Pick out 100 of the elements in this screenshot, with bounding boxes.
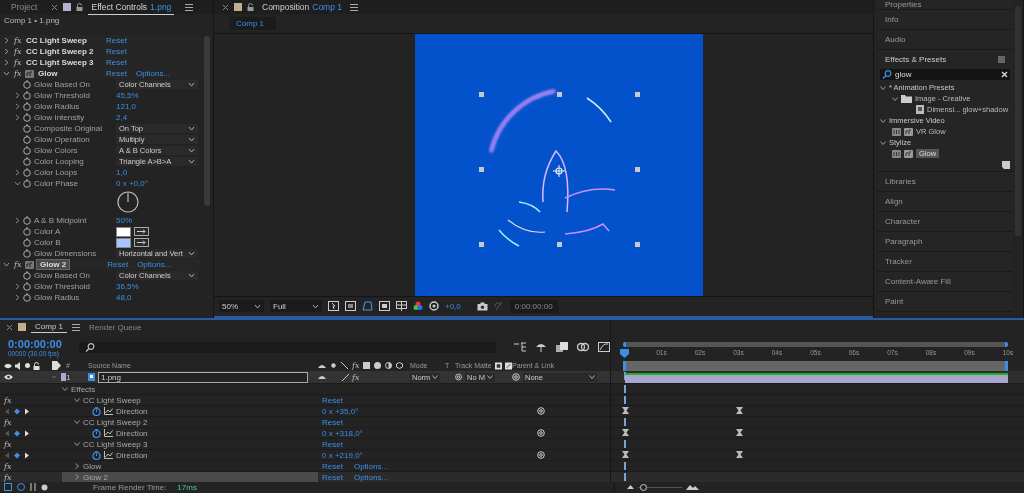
twirl-icon[interactable] xyxy=(74,419,80,425)
reset-link[interactable]: Reset xyxy=(322,461,343,471)
motion-blur-icon[interactable] xyxy=(577,342,589,352)
stopwatch-icon[interactable] xyxy=(23,179,31,188)
keyframe-navigator-icon[interactable] xyxy=(4,429,30,437)
reset-link[interactable]: Reset xyxy=(106,36,127,45)
composition-flowchart-icon[interactable] xyxy=(514,342,526,352)
invert-matte-icon[interactable] xyxy=(505,361,512,370)
twirl-icon[interactable] xyxy=(74,397,80,403)
camera-icon[interactable] xyxy=(476,301,488,311)
pickwhip-icon[interactable] xyxy=(537,429,545,437)
twirl-icon[interactable] xyxy=(14,294,21,301)
layer-name-field[interactable]: 1.png xyxy=(98,371,308,383)
twirl-icon[interactable] xyxy=(74,463,80,469)
stopwatch-icon[interactable] xyxy=(92,450,101,460)
keyframe-navigator-icon[interactable] xyxy=(4,407,30,415)
fast-preview-icon[interactable] xyxy=(328,301,339,312)
twirl-icon[interactable] xyxy=(74,441,80,447)
stopwatch-icon[interactable] xyxy=(23,227,31,236)
options-link[interactable]: Options... xyxy=(353,461,389,471)
effect-row[interactable]: CC Light Sweep 2 xyxy=(62,417,318,427)
transparency-grid-icon[interactable] xyxy=(345,301,356,312)
selection-handle[interactable] xyxy=(478,91,484,97)
twirl-icon[interactable] xyxy=(62,386,68,392)
keyframe-icon[interactable] xyxy=(735,407,743,414)
effect-name[interactable]: Glow 2 xyxy=(37,260,70,269)
stopwatch-icon[interactable] xyxy=(23,124,31,133)
twirl-icon[interactable] xyxy=(3,48,10,55)
effect-row[interactable]: Glow xyxy=(62,461,318,471)
twirl-icon[interactable] xyxy=(14,283,21,290)
reset-link[interactable]: Reset xyxy=(106,69,127,78)
selection-handle[interactable] xyxy=(556,91,562,97)
stopwatch-icon[interactable] xyxy=(23,293,31,302)
stopwatch-icon[interactable] xyxy=(23,249,31,258)
visibility-icon[interactable] xyxy=(4,374,13,380)
twirl-icon[interactable] xyxy=(74,474,80,480)
effect-name[interactable]: CC Light Sweep 2 xyxy=(25,47,106,56)
pickwhip-icon[interactable] xyxy=(537,407,545,415)
clear-icon[interactable] xyxy=(1001,71,1008,78)
stopwatch-icon[interactable] xyxy=(23,113,31,122)
pickwhip-icon[interactable] xyxy=(512,373,520,381)
parameter-value[interactable]: 45,5% xyxy=(116,91,139,100)
property-value[interactable]: 0 x +35,0° xyxy=(322,406,359,416)
zoom-in-icon[interactable] xyxy=(686,484,699,490)
render-time-toggle-icon[interactable] xyxy=(41,483,48,491)
stopwatch-icon[interactable] xyxy=(23,80,31,89)
twirl-icon[interactable] xyxy=(14,169,21,176)
close-icon[interactable] xyxy=(51,3,59,11)
panel-header[interactable]: Properties xyxy=(877,0,1013,10)
reset-link[interactable]: Reset xyxy=(322,439,343,449)
keyframe-navigator-icon[interactable] xyxy=(4,451,30,459)
options-link[interactable]: Options... xyxy=(353,472,389,482)
lock-icon[interactable] xyxy=(76,3,84,11)
angle-dial[interactable] xyxy=(117,191,139,213)
transfer-controls-toggle-icon[interactable] xyxy=(17,483,25,491)
effect-name[interactable]: CC Light Sweep xyxy=(25,36,106,45)
stopwatch-icon[interactable] xyxy=(23,135,31,144)
property-value[interactable]: 0 x +219,0° xyxy=(322,450,363,460)
selection-handle[interactable] xyxy=(634,91,640,97)
keyframe-icon[interactable] xyxy=(622,407,629,414)
collapse-icon[interactable] xyxy=(330,362,337,369)
in-out-toggle-icon[interactable] xyxy=(30,483,36,491)
zoom-slider-track[interactable] xyxy=(638,483,682,491)
timecode-field[interactable]: 0:00:00:00 xyxy=(509,299,558,313)
stopwatch-icon[interactable] xyxy=(92,406,101,416)
menu-icon[interactable] xyxy=(350,3,358,11)
graph-editor-icon[interactable] xyxy=(598,342,610,352)
graph-icon[interactable] xyxy=(104,429,113,437)
parameter-value[interactable]: 36,5% xyxy=(116,282,139,291)
parameter-value[interactable]: 121,0 xyxy=(116,102,137,111)
exposure-value[interactable]: +0,0 xyxy=(445,301,461,311)
twirl-icon[interactable] xyxy=(14,103,21,110)
color-swatch[interactable] xyxy=(116,226,131,237)
reset-link[interactable]: Reset xyxy=(322,417,343,427)
anchor-point-icon[interactable] xyxy=(552,164,565,177)
cube-icon[interactable] xyxy=(396,362,404,369)
stopwatch-icon[interactable] xyxy=(92,428,101,438)
close-icon[interactable] xyxy=(6,323,13,331)
menu-icon[interactable] xyxy=(185,3,194,11)
grid-guides-icon[interactable] xyxy=(396,301,407,312)
zoom-out-icon[interactable] xyxy=(627,485,634,489)
speaker-icon[interactable] xyxy=(15,361,22,370)
parameter-value[interactable]: 48,0 xyxy=(116,293,132,302)
selection-handle[interactable] xyxy=(478,241,484,247)
stopwatch-icon[interactable] xyxy=(23,271,31,280)
reset-link[interactable]: Reset xyxy=(107,260,129,269)
lock-icon[interactable] xyxy=(33,361,40,370)
parameter-value[interactable]: 1,0 xyxy=(116,168,128,177)
search-field[interactable]: glow xyxy=(880,69,1010,80)
parameter-value[interactable]: 50% xyxy=(116,216,132,225)
panel-tab[interactable]: Project xyxy=(8,0,41,14)
current-time[interactable]: 0:00:00:00 xyxy=(8,337,80,350)
stopwatch-icon[interactable] xyxy=(23,102,31,111)
keyframe-icon[interactable] xyxy=(622,451,629,458)
fx-switch[interactable]: fx xyxy=(352,372,360,382)
reset-link[interactable]: Reset xyxy=(322,395,343,405)
selection-handle[interactable] xyxy=(556,241,562,247)
comp-tab[interactable]: Comp 1 xyxy=(230,16,276,30)
parameter-value[interactable]: 0 x +0,0° xyxy=(116,179,148,188)
lock-icon[interactable] xyxy=(247,3,254,11)
